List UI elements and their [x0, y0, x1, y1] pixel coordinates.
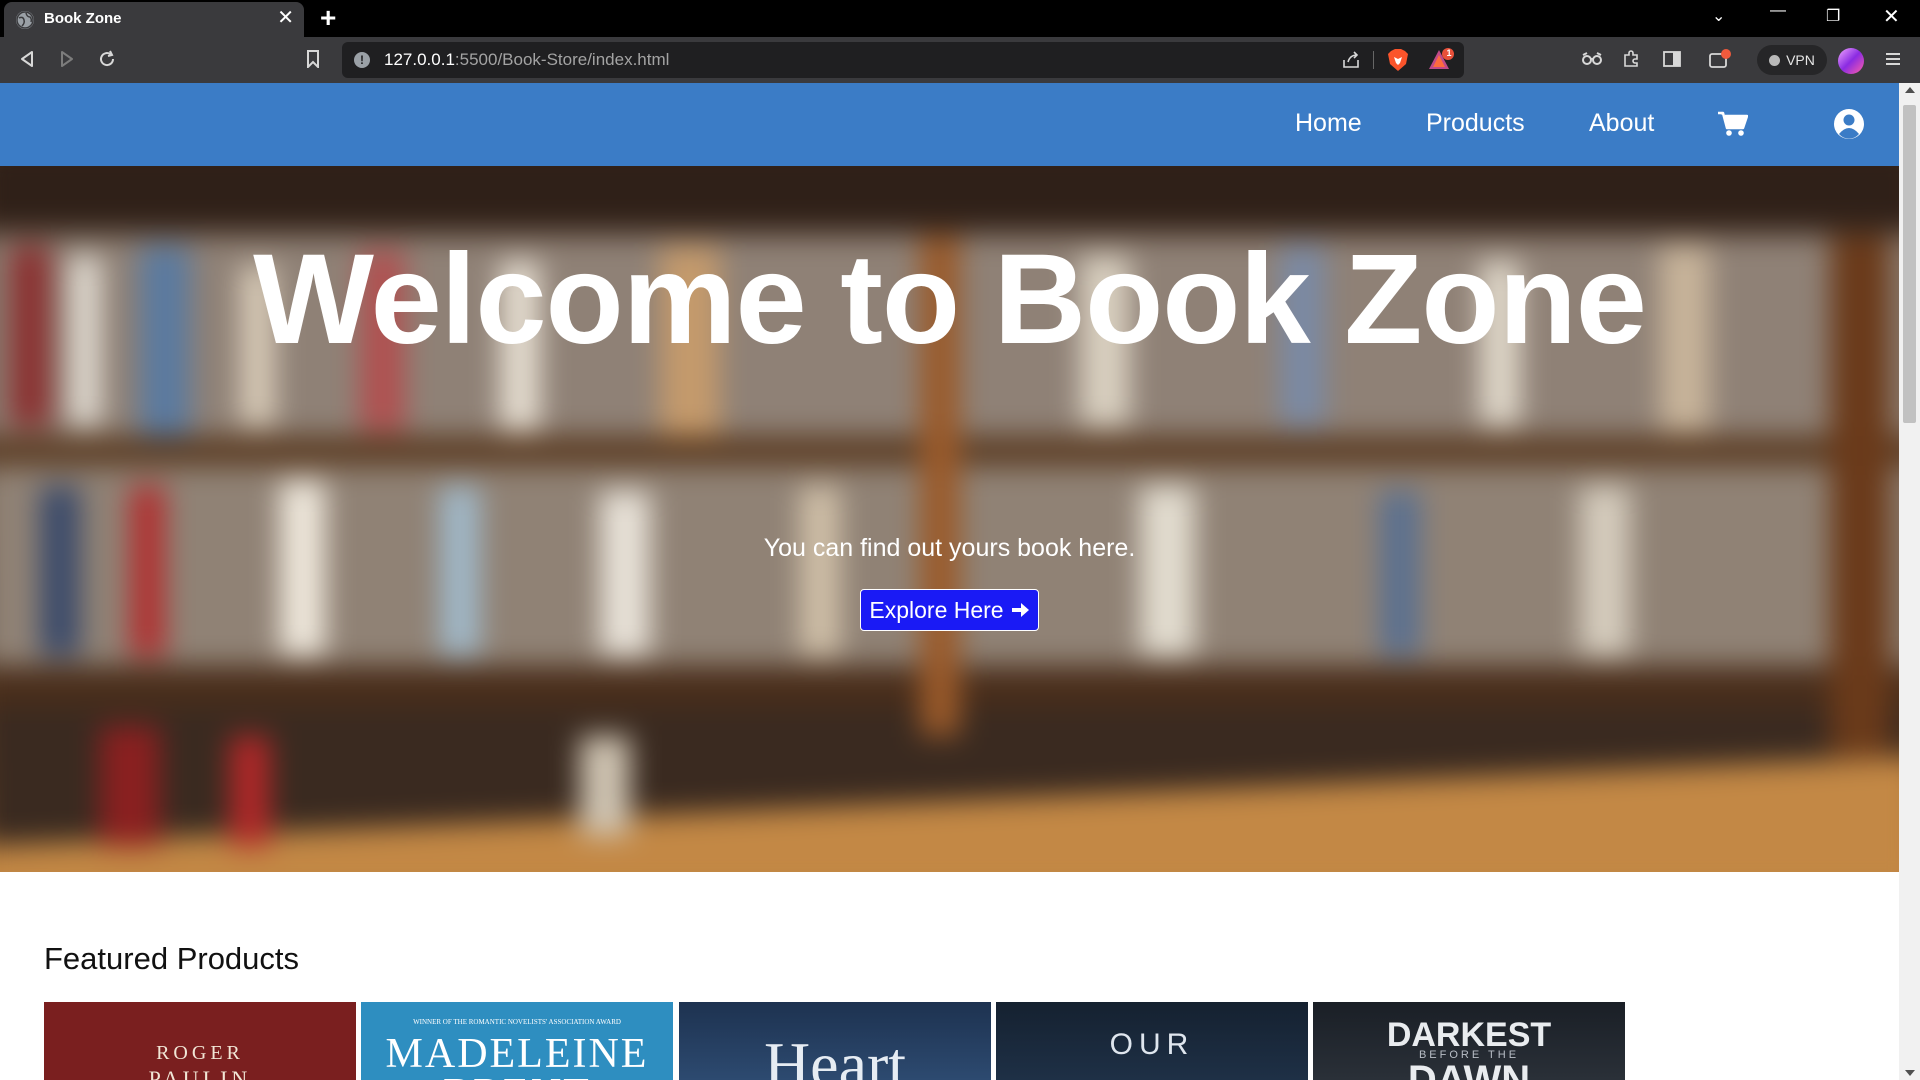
hero-title: Welcome to Book Zone: [253, 228, 1647, 371]
globe-icon: [16, 11, 34, 29]
product-card[interactable]: DARKEST BEFORE THE DAWN: [1313, 1002, 1625, 1080]
wallet-icon[interactable]: [1707, 46, 1733, 72]
hero-subtitle: You can find out yours book here.: [763, 534, 1136, 562]
reader-mode-icon[interactable]: [1579, 46, 1605, 72]
scroll-down-arrow-icon[interactable]: [1905, 1070, 1915, 1076]
product-card[interactable]: OUR: [996, 1002, 1308, 1080]
book-cover-text: DAWN: [1407, 1058, 1531, 1080]
sidebar-icon[interactable]: [1659, 46, 1685, 72]
product-card[interactable]: ROGER PAULIN: [44, 1002, 356, 1080]
product-card[interactable]: WINNER OF THE ROMANTIC NOVELISTS' ASSOCI…: [361, 1002, 673, 1080]
book-cover-tagline: WINNER OF THE ROMANTIC NOVELISTS' ASSOCI…: [413, 1018, 621, 1026]
page-viewport: Home Products About Welcome to Book Zone…: [0, 83, 1899, 1080]
explore-button[interactable]: Explore Here: [860, 589, 1039, 631]
site-info-icon[interactable]: !: [354, 52, 370, 68]
divider: [1373, 51, 1374, 69]
cart-icon[interactable]: [1718, 111, 1749, 142]
brave-rewards-icon[interactable]: 1: [1428, 48, 1454, 72]
featured-products-title: Featured Products: [44, 941, 300, 976]
nav-link-home[interactable]: Home: [1295, 109, 1362, 138]
url-path: :5500/Book-Store/index.html: [454, 50, 670, 69]
vpn-button[interactable]: VPN: [1757, 45, 1827, 75]
tab-title: Book Zone: [44, 10, 122, 27]
profile-avatar[interactable]: [1838, 48, 1864, 74]
arrow-right-icon: [1011, 603, 1029, 617]
scroll-up-arrow-icon[interactable]: [1905, 87, 1915, 93]
page-scrollbar[interactable]: [1899, 83, 1920, 1080]
brave-shields-icon[interactable]: [1387, 48, 1409, 72]
explore-button-label: Explore Here: [869, 596, 1004, 623]
site-navbar: Home Products About: [0, 83, 1899, 166]
extensions-icon[interactable]: [1618, 46, 1644, 72]
restore-icon[interactable]: ❐: [1826, 6, 1840, 26]
vpn-status-icon: [1769, 54, 1781, 66]
close-tab-icon[interactable]: ✕: [277, 7, 294, 29]
nav-link-products[interactable]: Products: [1426, 109, 1525, 138]
address-bar[interactable]: ! 127.0.0.1:5500/Book-Store/index.html 1: [342, 42, 1464, 78]
notification-count: 1: [1446, 48, 1452, 58]
forward-icon[interactable]: [54, 46, 80, 72]
tab-search-chevron-icon[interactable]: ⌄: [1712, 6, 1725, 26]
new-tab-icon[interactable]: +: [320, 3, 336, 33]
browser-toolbar: ! 127.0.0.1:5500/Book-Store/index.html 1…: [0, 37, 1920, 83]
hero-banner: Welcome to Book Zone You can find out yo…: [0, 166, 1899, 872]
close-window-icon[interactable]: ✕: [1883, 4, 1900, 29]
reload-icon[interactable]: [94, 46, 120, 72]
book-cover-text: OUR: [1109, 1028, 1195, 1061]
minimize-icon[interactable]: —: [1770, 2, 1786, 20]
back-icon[interactable]: [14, 46, 40, 72]
book-cover-text: ROGER: [156, 1042, 244, 1064]
book-cover-text: Heart: [763, 1029, 907, 1080]
book-cover-text: PAULIN: [148, 1066, 252, 1080]
user-circle-icon[interactable]: [1833, 108, 1865, 145]
url-host: 127.0.0.1: [384, 50, 455, 69]
share-icon[interactable]: [1338, 47, 1364, 73]
browser-tab[interactable]: Book Zone ✕: [4, 2, 304, 37]
url-text: 127.0.0.1:5500/Book-Store/index.html: [384, 50, 669, 70]
bookmark-icon[interactable]: [300, 46, 326, 72]
vpn-label: VPN: [1786, 52, 1815, 68]
scrollbar-thumb[interactable]: [1903, 105, 1916, 423]
product-card[interactable]: Heart: [679, 1002, 991, 1080]
nav-link-about[interactable]: About: [1589, 109, 1654, 138]
browser-tab-strip: Book Zone ✕ + ⌄ — ❐ ✕: [0, 0, 1920, 37]
menu-icon[interactable]: [1880, 46, 1906, 72]
book-cover-text: BRENT: [361, 1070, 673, 1080]
